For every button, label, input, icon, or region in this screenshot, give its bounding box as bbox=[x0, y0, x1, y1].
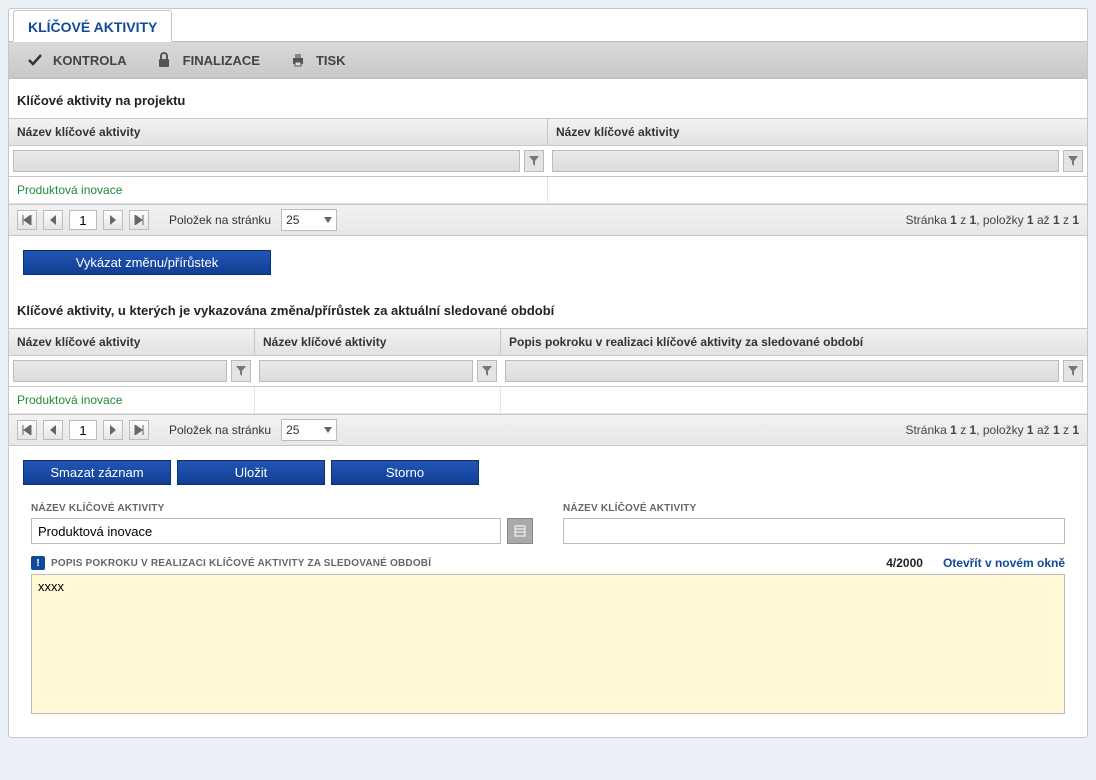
grid-top-cell-2 bbox=[548, 177, 1087, 204]
grid-bottom-filter-1-btn[interactable] bbox=[231, 360, 251, 382]
grid-top-filter-2-btn[interactable] bbox=[1063, 150, 1083, 172]
pager2-page-input[interactable] bbox=[69, 420, 97, 440]
section-title-top: Klíčové aktivity na projektu bbox=[9, 79, 1087, 118]
pager2-first-button[interactable] bbox=[17, 420, 37, 440]
grid-bottom-cell-2 bbox=[255, 387, 501, 414]
pager-items-label: Položek na stránku bbox=[169, 213, 271, 227]
ulozit-button[interactable]: Uložit bbox=[177, 460, 325, 485]
pager2-summary: Stránka 1 z 1, položky 1 až 1 z 1 bbox=[905, 423, 1079, 437]
grid-top-header-1[interactable]: Název klíčové aktivity bbox=[9, 119, 548, 145]
grid-bottom-filter-3-btn[interactable] bbox=[1063, 360, 1083, 382]
pager-bottom: Položek na stránku 25 Stránka 1 z 1, pol… bbox=[9, 414, 1087, 446]
finalizace-label: FINALIZACE bbox=[183, 53, 260, 68]
finalizace-button[interactable]: FINALIZACE bbox=[147, 48, 270, 72]
pager2-pagesize-select[interactable]: 25 bbox=[281, 419, 337, 441]
pager2-items-label: Položek na stránku bbox=[169, 423, 271, 437]
grid-top-filter-1-btn[interactable] bbox=[524, 150, 544, 172]
grid-bottom-header-2[interactable]: Název klíčové aktivity bbox=[255, 329, 501, 355]
tisk-label: TISK bbox=[316, 53, 346, 68]
grid-bottom-filter-2-btn[interactable] bbox=[477, 360, 497, 382]
smazat-button[interactable]: Smazat záznam bbox=[23, 460, 171, 485]
tisk-button[interactable]: TISK bbox=[280, 48, 356, 72]
grid-bottom-cell-3 bbox=[501, 387, 1087, 414]
grid-bottom-header-1[interactable]: Název klíčové aktivity bbox=[9, 329, 255, 355]
pager2-last-button[interactable] bbox=[129, 420, 149, 440]
grid-top-cell-1: Produktová inovace bbox=[9, 177, 548, 204]
grid-top-filter-2[interactable] bbox=[552, 150, 1059, 172]
check-icon bbox=[27, 52, 45, 68]
main-panel: KLÍČOVÉ AKTIVITY KONTROLA FINALIZACE TIS… bbox=[8, 8, 1088, 738]
pager-last-button[interactable] bbox=[129, 210, 149, 230]
grid-top-row[interactable]: Produktová inovace bbox=[9, 177, 1087, 204]
field-desc-textarea[interactable] bbox=[31, 574, 1065, 714]
grid-top-filter-1[interactable] bbox=[13, 150, 520, 172]
pager-pagesize-select[interactable]: 25 bbox=[281, 209, 337, 231]
field-name-picker[interactable] bbox=[507, 518, 533, 544]
grid-bottom-filter-3[interactable] bbox=[505, 360, 1059, 382]
kontrola-label: KONTROLA bbox=[53, 53, 127, 68]
field-name-label: NÁZEV KLÍČOVÉ AKTIVITY bbox=[31, 503, 533, 514]
grid-bottom-cell-1: Produktová inovace bbox=[9, 387, 255, 414]
toolbar: KONTROLA FINALIZACE TISK bbox=[9, 41, 1087, 79]
pager-top: Položek na stránku 25 Stránka 1 z 1, pol… bbox=[9, 204, 1087, 236]
pager2-next-button[interactable] bbox=[103, 420, 123, 440]
pager-first-button[interactable] bbox=[17, 210, 37, 230]
pager-page-input[interactable] bbox=[69, 210, 97, 230]
required-icon: ! bbox=[31, 556, 45, 570]
section-title-bottom: Klíčové aktivity, u kterých je vykazován… bbox=[9, 289, 1087, 328]
print-icon bbox=[290, 52, 308, 68]
tab-key-activities[interactable]: KLÍČOVÉ AKTIVITY bbox=[13, 10, 172, 42]
pager-prev-button[interactable] bbox=[43, 210, 63, 230]
field-name2-label: NÁZEV KLÍČOVÉ AKTIVITY bbox=[563, 503, 1065, 514]
field-desc-label: POPIS POKROKU V REALIZACI KLÍČOVÉ AKTIVI… bbox=[51, 558, 431, 569]
field-name2-input[interactable] bbox=[563, 518, 1065, 544]
grid-top: Název klíčové aktivity Název klíčové akt… bbox=[9, 118, 1087, 204]
lock-icon bbox=[157, 52, 175, 68]
grid-bottom-filter-1[interactable] bbox=[13, 360, 227, 382]
grid-bottom-filter-2[interactable] bbox=[259, 360, 473, 382]
grid-top-header-2[interactable]: Název klíčové aktivity bbox=[548, 119, 1087, 145]
grid-bottom: Název klíčové aktivity Název klíčové akt… bbox=[9, 328, 1087, 414]
pager-summary: Stránka 1 z 1, položky 1 až 1 z 1 bbox=[905, 213, 1079, 227]
kontrola-button[interactable]: KONTROLA bbox=[17, 48, 137, 72]
storno-button[interactable]: Storno bbox=[331, 460, 479, 485]
grid-bottom-header-3[interactable]: Popis pokroku v realizaci klíčové aktivi… bbox=[501, 329, 1087, 355]
pager-next-button[interactable] bbox=[103, 210, 123, 230]
tab-strip: KLÍČOVÉ AKTIVITY bbox=[9, 9, 1087, 41]
pager2-prev-button[interactable] bbox=[43, 420, 63, 440]
grid-bottom-row[interactable]: Produktová inovace bbox=[9, 387, 1087, 414]
field-desc-counter: 4/2000 bbox=[886, 556, 923, 570]
vykazat-button[interactable]: Vykázat změnu/přírůstek bbox=[23, 250, 271, 275]
field-name-input[interactable] bbox=[31, 518, 501, 544]
open-new-window-link[interactable]: Otevřít v novém okně bbox=[943, 556, 1065, 570]
